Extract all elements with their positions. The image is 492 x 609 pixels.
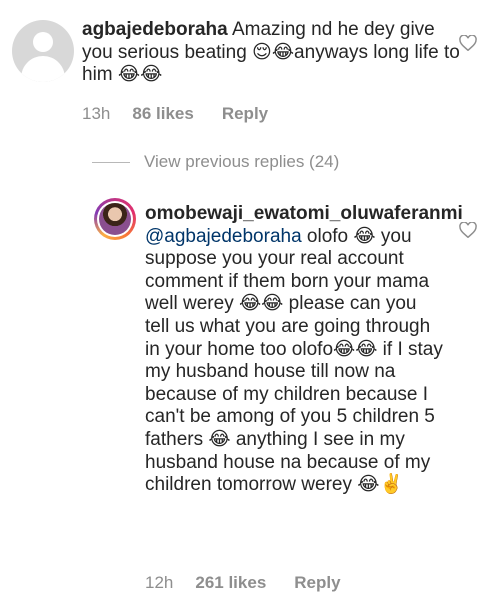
reply-likes[interactable]: 261 likes [195, 573, 266, 593]
reply-button[interactable]: Reply [294, 573, 340, 593]
comment-likes[interactable]: 86 likes [132, 104, 193, 124]
commenter-avatar[interactable] [12, 20, 74, 82]
reply-button[interactable]: Reply [222, 104, 268, 124]
profile-photo-avatar [99, 203, 131, 235]
reply-avatar[interactable] [94, 198, 136, 240]
reply-username[interactable]: omobewaji_ewatomi_oluwaferanmi [145, 203, 463, 224]
reply-text: olofo 😂 you suppose you your real accoun… [145, 225, 449, 496]
heart-outline-icon[interactable] [459, 222, 477, 238]
reply-mention[interactable]: @agbajedeboraha [145, 226, 302, 247]
comment-username[interactable]: agbajedeboraha [82, 19, 228, 40]
view-replies-label[interactable]: View previous replies (24) [144, 152, 339, 172]
view-previous-replies[interactable]: View previous replies (24) [92, 152, 339, 172]
reply-meta: 12h 261 likes Reply [145, 573, 341, 593]
reply-body: omobewaji_ewatomi_oluwaferanmi @agbajede… [145, 203, 463, 497]
heart-outline-icon[interactable] [459, 35, 477, 51]
default-avatar-head [33, 32, 53, 52]
reply-time: 12h [145, 573, 174, 592]
default-avatar-body [21, 56, 65, 82]
comment-meta: 13h 86 likes Reply [82, 104, 268, 124]
story-ring-inner [97, 201, 133, 237]
comment-time: 13h [82, 104, 111, 123]
comment-body: agbajedeboraha Amazing nd he dey give yo… [82, 19, 462, 87]
divider-line [92, 161, 130, 163]
